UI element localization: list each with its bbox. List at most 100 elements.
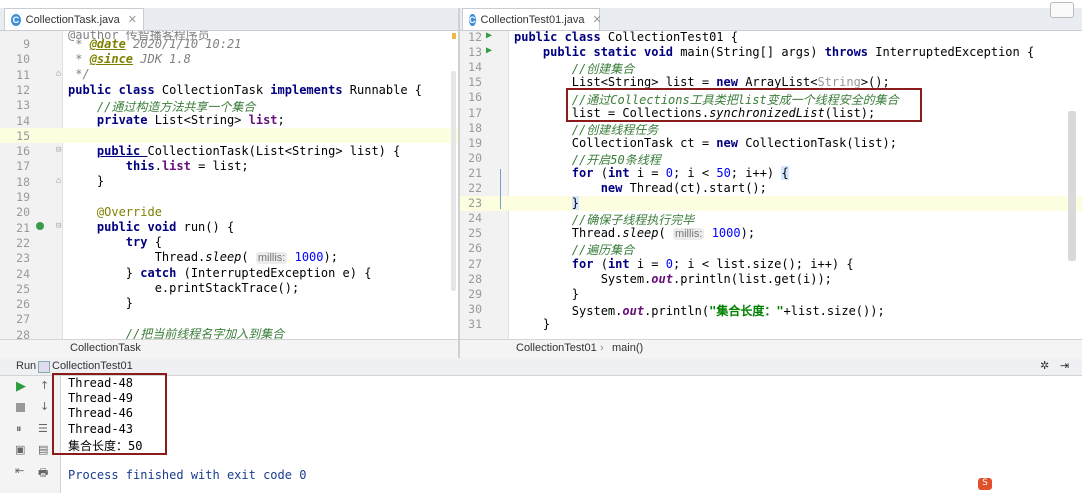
- code-line: public class CollectionTest01 {: [514, 31, 738, 44]
- soft-wrap-icon[interactable]: ☰: [38, 422, 48, 435]
- code-line: //把当前线程名字加入到集合: [68, 327, 285, 339]
- line-number: 19: [16, 190, 30, 204]
- fold-marker-icon[interactable]: ⌂: [56, 69, 61, 79]
- current-line-highlight: [0, 128, 458, 143]
- line-number: 27: [468, 256, 482, 271]
- code-line: public CollectionTask(List<String> list)…: [96, 144, 401, 158]
- tab-label: CollectionTest01.java: [480, 13, 585, 26]
- run-config-icon: [38, 361, 50, 373]
- code-line: public static void main(String[] args) t…: [542, 45, 1035, 59]
- line-number: 12: [16, 82, 30, 97]
- code-line: }: [514, 317, 551, 331]
- breadcrumb-separator: ›: [600, 342, 604, 354]
- line-number: 28: [16, 327, 30, 339]
- breadcrumb[interactable]: CollectionTask: [70, 342, 141, 354]
- restore-layout-icon[interactable]: ⇤: [15, 464, 24, 477]
- left-editor[interactable]: 9 10 11 12 13 14 15 16 17 18 19 20 21 22 23 24 25 26 27 28 …: [0, 31, 458, 339]
- code-line: System.out.println("集合长度："+list.size());: [514, 304, 885, 318]
- line-number: 28: [468, 271, 482, 286]
- line-number: 13: [468, 45, 482, 60]
- left-tab-bar: C CollectionTask.java ✕: [0, 8, 458, 31]
- right-editor[interactable]: 12 13 14 15 16 17 18 19 20 21 22 23 24 25 26 27 28 29 30 31…: [460, 31, 1082, 339]
- line-number: 24: [16, 266, 30, 281]
- right-tab-bar: C CollectionTest01.java ✕: [460, 2, 1082, 31]
- print-icon[interactable]: ▤: [38, 443, 48, 456]
- line-number: 26: [16, 297, 30, 312]
- code-line: System.out.println(list.get(i));: [514, 272, 832, 286]
- code-line: CollectionTask ct = new CollectionTask(l…: [514, 136, 897, 150]
- line-number: 23: [468, 196, 482, 211]
- line-number: 21: [16, 220, 30, 235]
- output-highlight-box: [52, 373, 167, 455]
- tab-collectiontest01[interactable]: C CollectionTest01.java ✕: [462, 8, 602, 30]
- code-line: * @date 2020/1/10 10:21: [68, 37, 242, 51]
- gear-icon[interactable]: ✲: [1040, 359, 1049, 372]
- parameter-hint: millis:: [672, 228, 705, 240]
- up-arrow-icon[interactable]: ↑: [40, 379, 49, 392]
- pause-icon[interactable]: ⏸: [16, 422, 22, 436]
- run-label: Run: [16, 360, 37, 372]
- line-number: 17: [468, 105, 482, 120]
- line-number: 22: [16, 235, 30, 250]
- right-scrollbar[interactable]: [1068, 111, 1076, 261]
- code-line: }: [68, 174, 105, 188]
- line-number: 27: [16, 312, 30, 327]
- ime-icon: S: [978, 478, 992, 490]
- dump-icon[interactable]: ▣: [15, 443, 25, 456]
- left-breadcrumb-bar: CollectionTask: [0, 339, 458, 359]
- code-line: }: [68, 296, 134, 310]
- line-number: 30: [468, 301, 482, 316]
- code-line: }: [514, 287, 580, 301]
- run-config-tab[interactable]: CollectionTest01: [52, 360, 133, 372]
- line-number: 19: [468, 135, 482, 150]
- line-number: 15: [16, 128, 30, 143]
- breadcrumb-method[interactable]: main(): [612, 342, 643, 354]
- tab-collectiontask[interactable]: C CollectionTask.java ✕: [4, 8, 144, 30]
- right-breadcrumb-bar: CollectionTest01 › main(): [460, 339, 1082, 359]
- line-number: 16: [16, 144, 30, 159]
- code-line: try {: [125, 235, 162, 249]
- left-scrollbar[interactable]: [451, 71, 456, 291]
- close-icon[interactable]: ✕: [592, 13, 601, 26]
- warning-marker: [452, 33, 456, 39]
- code-line: @Override: [68, 205, 162, 219]
- run-icon[interactable]: ▶: [486, 45, 492, 56]
- code-line: this.list = list;: [125, 159, 249, 173]
- line-number: 9: [23, 37, 30, 51]
- line-number: 26: [468, 241, 482, 256]
- code-line: private List<String> list;: [96, 113, 285, 127]
- line-number: 13: [16, 98, 30, 113]
- code-line: new Thread(ct).start();: [600, 181, 767, 195]
- code-line: public void run() {: [96, 220, 235, 234]
- code-line: for (int i = 0; i < 50; i++) {: [571, 166, 789, 180]
- run-icon[interactable]: ▶: [486, 31, 492, 41]
- process-finished: Process finished with exit code 0: [68, 468, 307, 482]
- class-file-icon: C: [469, 13, 476, 26]
- line-number: 25: [468, 226, 482, 241]
- down-arrow-icon[interactable]: ↓: [40, 400, 49, 413]
- line-number: 15: [468, 75, 482, 90]
- hide-icon[interactable]: ⇥: [1060, 359, 1069, 372]
- code-line: } catch (InterruptedException e) {: [68, 266, 372, 280]
- run-icon[interactable]: ▶: [16, 379, 26, 394]
- line-number: 16: [468, 90, 482, 105]
- line-number: 22: [468, 181, 482, 195]
- line-number: 18: [468, 120, 482, 135]
- code-line: //遍历集合: [514, 243, 635, 257]
- line-number: 14: [16, 113, 30, 128]
- breadcrumb-class[interactable]: CollectionTest01: [516, 342, 597, 354]
- editor-menu-icon[interactable]: [1050, 2, 1074, 18]
- fold-marker-icon[interactable]: ⊟: [56, 145, 61, 155]
- code-line: for (int i = 0; i < list.size(); i++) {: [571, 257, 854, 271]
- line-number: 24: [468, 211, 482, 226]
- fold-marker-icon[interactable]: ⌂: [56, 176, 61, 186]
- code-line: List<String> list = new ArrayList<String…: [514, 75, 890, 89]
- close-icon[interactable]: ✕: [128, 13, 137, 26]
- override-marker-icon[interactable]: [36, 222, 44, 230]
- fold-marker-icon[interactable]: ⊟: [56, 221, 61, 231]
- code-line: }: [571, 196, 580, 210]
- pin-icon[interactable]: 🖶: [38, 464, 48, 483]
- line-number: 14: [468, 60, 482, 75]
- line-number: 31: [468, 316, 482, 331]
- stop-icon[interactable]: [16, 402, 25, 415]
